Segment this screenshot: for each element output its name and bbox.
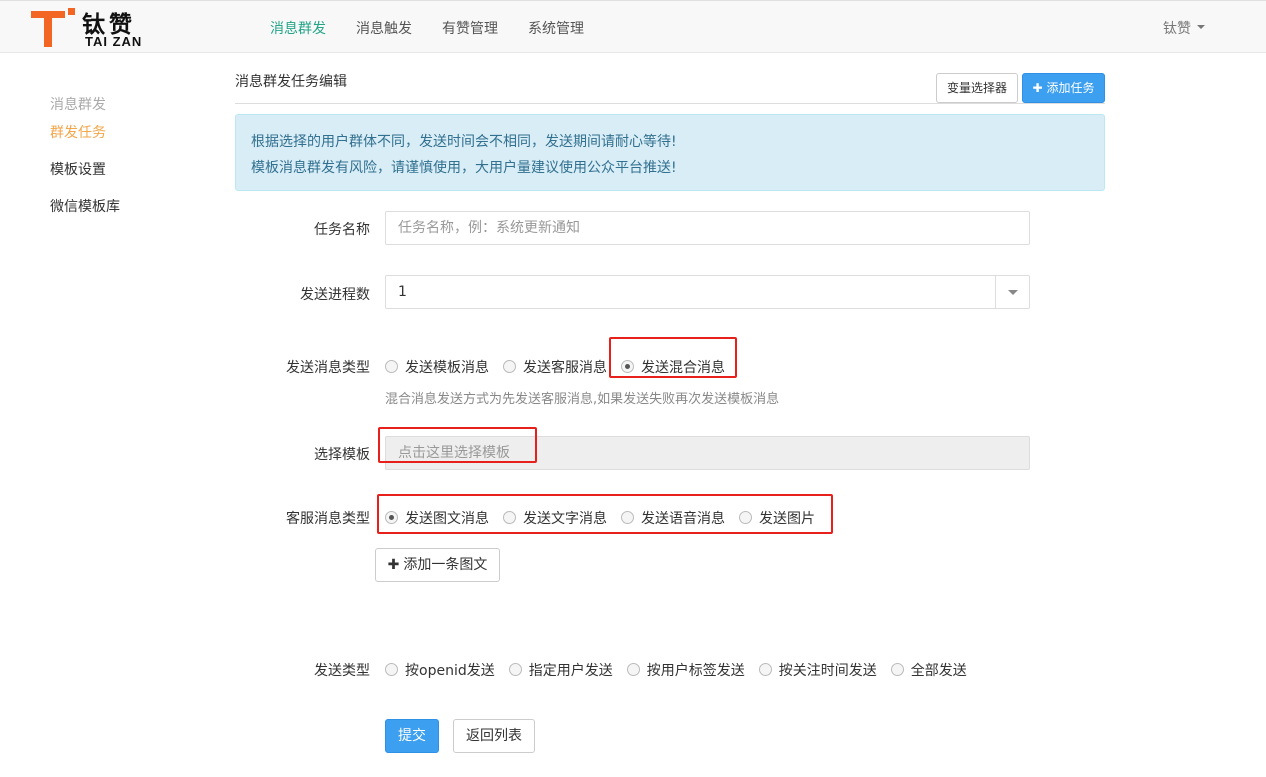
msg-type-label: 发送消息类型 xyxy=(286,360,370,376)
radio-label: 按openid发送 xyxy=(405,663,495,679)
chevron-down-icon xyxy=(1197,25,1205,29)
radio-label: 发送客服消息 xyxy=(523,360,607,376)
process-count-label: 发送进程数 xyxy=(300,287,370,303)
radio-label: 全部发送 xyxy=(910,663,967,679)
radio-button[interactable] xyxy=(385,359,398,373)
msg-type-help-text: 混合消息发送方式为先发送客服消息,如果发送失败再次发送模板消息 xyxy=(385,392,780,407)
msg-type-radio-group: 发送模板消息 发送客服消息 发送混合消息 xyxy=(385,357,739,377)
add-news-label: 添加一条图文 xyxy=(403,557,488,573)
radio-label: 发送模板消息 xyxy=(405,360,489,376)
radio-label: 发送图文消息 xyxy=(405,511,489,527)
radio-label: 发送图片 xyxy=(759,511,815,527)
process-count-value: 1 xyxy=(398,284,407,300)
radio-label: 按用户标签发送 xyxy=(646,663,745,679)
brand-logo[interactable]: 钛赞 TAI ZAN xyxy=(30,5,160,51)
radio-button[interactable] xyxy=(503,510,516,524)
task-name-label: 任务名称 xyxy=(314,222,370,238)
radio-button[interactable] xyxy=(503,359,516,373)
radio-label: 发送文字消息 xyxy=(523,511,607,527)
user-menu[interactable]: 钛赞 xyxy=(1163,18,1205,38)
nav-item-message-broadcast[interactable]: 消息群发 xyxy=(270,18,326,38)
info-alert: 根据选择的用户群体不同，发送时间会不相同，发送期间请耐心等待! 模板消息群发有风… xyxy=(235,114,1105,191)
radio-label: 指定用户发送 xyxy=(528,663,613,679)
chevron-down-icon xyxy=(1008,290,1018,295)
radio-by-openid[interactable]: 按openid发送 xyxy=(385,660,495,680)
kf-type-label: 客服消息类型 xyxy=(286,511,370,527)
radio-button[interactable] xyxy=(758,662,772,676)
alert-line-1: 根据选择的用户群体不同，发送时间会不相同，发送期间请耐心等待! xyxy=(251,134,677,150)
send-type-label: 发送类型 xyxy=(314,663,370,679)
select-dropdown-toggle[interactable] xyxy=(995,276,1029,308)
nav-item-message-trigger[interactable]: 消息触发 xyxy=(356,18,412,38)
radio-button-checked[interactable] xyxy=(621,359,634,373)
kf-type-radio-group: 发送图文消息 发送文字消息 发送语音消息 发送图片 xyxy=(385,508,829,528)
radio-send-image[interactable]: 发送图片 xyxy=(739,508,815,528)
radio-send-voice[interactable]: 发送语音消息 xyxy=(621,508,725,528)
radio-button[interactable] xyxy=(385,662,398,676)
header-divider xyxy=(235,103,1105,104)
alert-line-2: 模板消息群发有风险，请谨慎使用，大用户量建议使用公众平台推送! xyxy=(251,160,677,176)
user-name: 钛赞 xyxy=(1163,21,1191,37)
radio-send-mixed[interactable]: 发送混合消息 xyxy=(621,357,725,377)
radio-label: 发送语音消息 xyxy=(641,511,725,527)
radio-by-follow-time[interactable]: 按关注时间发送 xyxy=(758,660,877,680)
logo-t-icon xyxy=(31,8,75,47)
sidebar-item-broadcast-tasks[interactable]: 群发任务 xyxy=(50,122,106,142)
variable-selector-label: 变量选择器 xyxy=(946,81,1007,95)
radio-send-all[interactable]: 全部发送 xyxy=(890,660,967,680)
add-task-label: 添加任务 xyxy=(1046,81,1095,95)
radio-button[interactable] xyxy=(890,662,904,676)
radio-send-text[interactable]: 发送文字消息 xyxy=(503,508,607,528)
page-title: 消息群发任务编辑 xyxy=(235,74,347,90)
top-navbar: 钛赞 TAI ZAN 消息群发 消息触发 有赞管理 系统管理 钛赞 xyxy=(0,0,1266,53)
template-placeholder: 点击这里选择模板 xyxy=(398,445,510,461)
radio-button[interactable] xyxy=(621,510,634,524)
nav-item-system-manage[interactable]: 系统管理 xyxy=(528,18,584,38)
nav-item-youzan-manage[interactable]: 有赞管理 xyxy=(442,18,498,38)
add-news-button[interactable]: ✚ 添加一条图文 xyxy=(375,548,500,582)
add-task-button[interactable]: ✚ 添加任务 xyxy=(1022,73,1105,103)
radio-send-kf[interactable]: 发送客服消息 xyxy=(503,357,607,377)
plus-icon: ✚ xyxy=(1032,81,1043,95)
radio-by-user-tag[interactable]: 按用户标签发送 xyxy=(626,660,745,680)
submit-button[interactable]: 提交 xyxy=(385,719,439,753)
submit-label: 提交 xyxy=(398,728,426,744)
variable-selector-button[interactable]: 变量选择器 xyxy=(936,73,1018,103)
radio-label: 发送混合消息 xyxy=(641,360,725,376)
task-name-input[interactable] xyxy=(385,211,1030,245)
plus-icon: ✚ xyxy=(387,557,400,573)
radio-button[interactable] xyxy=(508,662,522,676)
radio-button[interactable] xyxy=(626,662,640,676)
radio-specified-users[interactable]: 指定用户发送 xyxy=(508,660,613,680)
radio-send-news[interactable]: 发送图文消息 xyxy=(385,508,489,528)
radio-send-template[interactable]: 发送模板消息 xyxy=(385,357,489,377)
send-type-radio-group: 按openid发送 指定用户发送 按用户标签发送 按关注时间发送 全部发送 xyxy=(385,660,981,680)
sidebar-group-title: 消息群发 xyxy=(50,97,106,113)
sidebar-item-wechat-template-library[interactable]: 微信模板库 xyxy=(50,196,120,216)
logo-en-text: TAI ZAN xyxy=(85,34,143,49)
back-to-list-button[interactable]: 返回列表 xyxy=(453,719,535,753)
back-to-list-label: 返回列表 xyxy=(466,728,522,744)
radio-button[interactable] xyxy=(739,510,752,524)
template-select-field[interactable]: 点击这里选择模板 xyxy=(385,436,1030,470)
radio-button-checked[interactable] xyxy=(385,510,398,524)
template-label: 选择模板 xyxy=(314,447,370,463)
radio-label: 按关注时间发送 xyxy=(778,663,877,679)
process-count-select[interactable]: 1 xyxy=(385,275,1030,309)
sidebar-item-template-settings[interactable]: 模板设置 xyxy=(50,159,106,179)
